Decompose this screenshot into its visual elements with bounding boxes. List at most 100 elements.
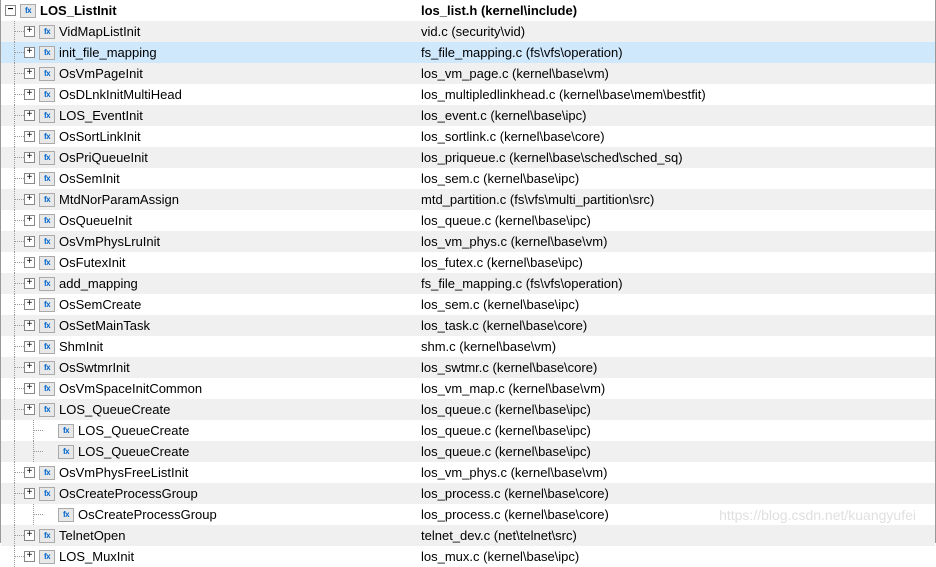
- expand-icon[interactable]: +: [24, 89, 35, 100]
- file-path: shm.c (kernel\base\vm): [421, 336, 935, 357]
- root-function-name: LOS_ListInit: [40, 0, 117, 21]
- tree-guide: [5, 483, 24, 504]
- expand-icon[interactable]: +: [24, 215, 35, 226]
- file-path: los_vm_phys.c (kernel\base\vm): [421, 462, 935, 483]
- function-icon: fx: [39, 151, 55, 165]
- tree-row[interactable]: + fx OsSortLinkInit los_sortlink.c (kern…: [1, 126, 935, 147]
- file-path: los_vm_phys.c (kernel\base\vm): [421, 231, 935, 252]
- file-path: los_sem.c (kernel\base\ipc): [421, 168, 935, 189]
- tree-row[interactable]: + fx OsCreateProcessGroup los_process.c …: [1, 483, 935, 504]
- tree-row[interactable]: + fx MtdNorParamAssign mtd_partition.c (…: [1, 189, 935, 210]
- function-icon: fx: [39, 109, 55, 123]
- function-name: OsVmPageInit: [59, 63, 143, 84]
- root-file-path: los_list.h (kernel\include): [421, 0, 935, 21]
- expand-icon[interactable]: +: [24, 278, 35, 289]
- function-icon: fx: [39, 487, 55, 501]
- expand-icon[interactable]: +: [24, 131, 35, 142]
- tree-row[interactable]: + fx LOS_EventInit los_event.c (kernel\b…: [1, 105, 935, 126]
- tree-row[interactable]: + fx init_file_mapping fs_file_mapping.c…: [1, 42, 935, 63]
- expand-icon[interactable]: +: [24, 68, 35, 79]
- expand-icon[interactable]: +: [24, 467, 35, 478]
- tree-guide: [24, 420, 43, 441]
- tree-guide: [5, 105, 24, 126]
- file-path: los_vm_page.c (kernel\base\vm): [421, 63, 935, 84]
- function-name: LOS_QueueCreate: [59, 399, 170, 420]
- function-icon: fx: [39, 550, 55, 564]
- tree-row[interactable]: + fx OsVmPhysLruInit los_vm_phys.c (kern…: [1, 231, 935, 252]
- expand-icon[interactable]: +: [24, 26, 35, 37]
- expand-icon[interactable]: +: [24, 257, 35, 268]
- expand-icon[interactable]: +: [24, 341, 35, 352]
- file-path: los_multipledlinkhead.c (kernel\base\mem…: [421, 84, 935, 105]
- tree-row[interactable]: + fx OsSemCreate los_sem.c (kernel\base\…: [1, 294, 935, 315]
- tree-row[interactable]: + fx OsQueueInit los_queue.c (kernel\bas…: [1, 210, 935, 231]
- tree-guide: [5, 210, 24, 231]
- expand-icon[interactable]: +: [24, 152, 35, 163]
- expand-icon[interactable]: +: [24, 299, 35, 310]
- file-path: los_event.c (kernel\base\ipc): [421, 105, 935, 126]
- tree-row[interactable]: + fx OsVmSpaceInitCommon los_vm_map.c (k…: [1, 378, 935, 399]
- function-icon: fx: [39, 529, 55, 543]
- tree-guide: [5, 378, 24, 399]
- tree-root-row[interactable]: − fx LOS_ListInit los_list.h (kernel\inc…: [1, 0, 935, 21]
- file-path: fs_file_mapping.c (fs\vfs\operation): [421, 273, 935, 294]
- tree-row[interactable]: + fx OsSwtmrInit los_swtmr.c (kernel\bas…: [1, 357, 935, 378]
- expand-icon[interactable]: +: [24, 47, 35, 58]
- expand-icon[interactable]: +: [24, 383, 35, 394]
- tree-row[interactable]: + fx add_mapping fs_file_mapping.c (fs\v…: [1, 273, 935, 294]
- collapse-icon[interactable]: −: [5, 5, 16, 16]
- expand-icon[interactable]: +: [24, 173, 35, 184]
- tree-row[interactable]: + fx LOS_QueueCreate los_queue.c (kernel…: [1, 399, 935, 420]
- tree-guide: [5, 84, 24, 105]
- file-path: vid.c (security\vid): [421, 21, 935, 42]
- file-path: los_process.c (kernel\base\core): [421, 504, 935, 525]
- tree-row[interactable]: + fx ShmInit shm.c (kernel\base\vm): [1, 336, 935, 357]
- function-icon: fx: [39, 214, 55, 228]
- function-name: OsVmPhysLruInit: [59, 231, 160, 252]
- tree-row[interactable]: + fx OsFutexInit los_futex.c (kernel\bas…: [1, 252, 935, 273]
- tree-row[interactable]: fx LOS_QueueCreate los_queue.c (kernel\b…: [1, 420, 935, 441]
- tree-guide: [24, 441, 43, 462]
- function-icon: fx: [39, 403, 55, 417]
- tree-guide: [5, 252, 24, 273]
- function-icon: fx: [39, 256, 55, 270]
- function-icon: fx: [39, 172, 55, 186]
- tree-guide: [5, 21, 24, 42]
- tree-row[interactable]: + fx OsPriQueueInit los_priqueue.c (kern…: [1, 147, 935, 168]
- function-name: OsCreateProcessGroup: [78, 504, 217, 525]
- expand-icon[interactable]: +: [24, 320, 35, 331]
- tree-guide: [5, 294, 24, 315]
- file-path: fs_file_mapping.c (fs\vfs\operation): [421, 42, 935, 63]
- tree-row[interactable]: + fx OsSetMainTask los_task.c (kernel\ba…: [1, 315, 935, 336]
- file-path: los_queue.c (kernel\base\ipc): [421, 420, 935, 441]
- expand-icon[interactable]: +: [24, 404, 35, 415]
- expand-icon[interactable]: +: [24, 236, 35, 247]
- expand-icon[interactable]: +: [24, 110, 35, 121]
- tree-row[interactable]: fx OsCreateProcessGroup los_process.c (k…: [1, 504, 935, 525]
- file-path: los_priqueue.c (kernel\base\sched\sched_…: [421, 147, 935, 168]
- expand-icon[interactable]: +: [24, 488, 35, 499]
- tree-row[interactable]: + fx OsSemInit los_sem.c (kernel\base\ip…: [1, 168, 935, 189]
- tree-row[interactable]: + fx OsVmPageInit los_vm_page.c (kernel\…: [1, 63, 935, 84]
- tree-guide: [5, 546, 24, 567]
- tree-row[interactable]: + fx OsDLnkInitMultiHead los_multipledli…: [1, 84, 935, 105]
- function-icon: fx: [20, 4, 36, 18]
- tree-row[interactable]: + fx OsVmPhysFreeListInit los_vm_phys.c …: [1, 462, 935, 483]
- tree-row[interactable]: fx LOS_QueueCreate los_queue.c (kernel\b…: [1, 441, 935, 462]
- function-icon: fx: [39, 46, 55, 60]
- expand-icon[interactable]: +: [24, 194, 35, 205]
- tree-guide: [5, 357, 24, 378]
- expand-icon[interactable]: +: [24, 551, 35, 562]
- tree-row[interactable]: + fx LOS_MuxInit los_mux.c (kernel\base\…: [1, 546, 935, 567]
- function-name: OsSemCreate: [59, 294, 141, 315]
- expand-icon[interactable]: +: [24, 362, 35, 373]
- file-path: los_queue.c (kernel\base\ipc): [421, 210, 935, 231]
- expand-icon[interactable]: +: [24, 530, 35, 541]
- tree-guide: [5, 420, 24, 441]
- file-path: mtd_partition.c (fs\vfs\multi_partition\…: [421, 189, 935, 210]
- function-icon: fx: [58, 424, 74, 438]
- tree-row[interactable]: + fx VidMapListInit vid.c (security\vid): [1, 21, 935, 42]
- function-name: OsSortLinkInit: [59, 126, 141, 147]
- function-icon: fx: [39, 193, 55, 207]
- function-name: OsSemInit: [59, 168, 120, 189]
